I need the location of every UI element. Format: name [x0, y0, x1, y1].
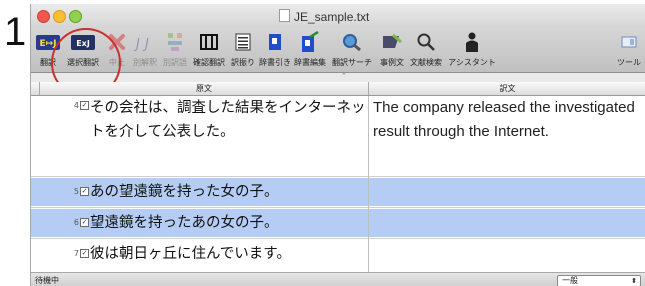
row-checkbox[interactable]: ✓ [80, 187, 89, 196]
stop-icon [105, 30, 129, 54]
literature-search-icon [409, 30, 443, 54]
toolbar-alt-interpretation-button[interactable]: JJ 別解釈 [131, 30, 159, 70]
translation-editor[interactable]: 4 ✓ その会社は、調査した結果をインターネットを介して公表した。 The com… [31, 96, 645, 272]
svg-text:ExJ: ExJ [76, 39, 90, 48]
alternative-interpretation-icon: JJ [131, 30, 159, 54]
toolbar-dictionary-lookup-label: 辞書引き [259, 58, 291, 67]
toolbar-confirm-translate-button[interactable]: 確認翻訳 [191, 30, 227, 70]
toolbar-assistant-button[interactable]: アシスタント [445, 30, 499, 70]
svg-text:J: J [134, 37, 140, 52]
target-text[interactable]: The company released the investigated re… [373, 96, 643, 144]
toolbar-selected-translate-label: 選択翻訳 [67, 58, 99, 67]
toolbar-tools-button[interactable]: ツール [611, 30, 645, 70]
translate-icon: E↦J [35, 30, 61, 54]
tools-icon [611, 30, 645, 54]
row-number: 6 [73, 218, 79, 227]
title-bar: JE_sample.txt [31, 4, 645, 28]
source-text[interactable]: 望遠鏡を持ったあの女の子。 [90, 211, 366, 235]
toolbar-interlinear-label: 訳振り [231, 58, 255, 67]
toolbar-tools-label: ツール [617, 58, 641, 67]
toolbar-stop-button[interactable]: 中止 [105, 30, 129, 70]
row-gutter: 5 ✓ [31, 187, 89, 196]
row-gutter: 4 ✓ [31, 101, 89, 110]
svg-text:J: J [142, 37, 149, 52]
minimize-window-button[interactable] [53, 10, 66, 23]
row-divider [31, 207, 645, 208]
table-row[interactable]: 7 ✓ 彼は朝日ヶ丘に住んでいます。 [31, 240, 645, 268]
row-gutter: 6 ✓ [31, 218, 89, 227]
toolbar-selected-translate-button[interactable]: ExJ 選択翻訳 [63, 30, 103, 70]
column-headers: 原文 訳文 [31, 82, 645, 96]
row-checkbox[interactable]: ✓ [80, 101, 89, 110]
toolbar-literature-search-button[interactable]: 文献検索 [409, 30, 443, 70]
toolbar-example-sentence-label: 事例文 [380, 58, 404, 67]
step-number: 1 [4, 10, 27, 54]
toolbar-translation-search-label: 翻訳サーチ [332, 58, 372, 67]
toolbar-alt-word-label: 別訳語 [163, 58, 187, 67]
select-arrow-icon: ⬍ [631, 277, 637, 285]
row-divider [31, 176, 645, 177]
row-number: 4 [73, 101, 79, 110]
toolbar-alt-word-button[interactable]: 別訳語 [161, 30, 189, 70]
toolbar-dictionary-edit-label: 辞書編集 [294, 58, 326, 67]
svg-text:E↦J: E↦J [39, 39, 56, 49]
source-text[interactable]: 彼は朝日ヶ丘に住んでいます。 [90, 242, 366, 266]
status-bar: 待機中 一般 ⬍ [31, 272, 645, 286]
assistant-icon [445, 30, 499, 54]
target-column-header[interactable]: 訳文 [369, 82, 645, 95]
row-divider [31, 238, 645, 239]
toolbar-translation-search-button[interactable]: 翻訳サーチ [329, 30, 375, 70]
row-gutter: 7 ✓ [31, 249, 89, 258]
dictionary-lookup-icon [259, 30, 291, 54]
mode-select-value: 一般 [562, 276, 578, 285]
selected-translate-icon: ExJ [63, 30, 103, 54]
close-window-button[interactable] [37, 10, 50, 23]
splitter-handle[interactable]: ⌃ [341, 72, 347, 80]
row-number: 7 [73, 249, 79, 258]
dictionary-edit-icon [293, 30, 327, 54]
toolbar-alt-interpretation-label: 別解釈 [133, 58, 157, 67]
row-checkbox[interactable]: ✓ [80, 249, 89, 258]
row-checkbox[interactable]: ✓ [80, 218, 89, 227]
toolbar-confirm-translate-label: 確認翻訳 [193, 58, 225, 67]
table-row[interactable]: 6 ✓ 望遠鏡を持ったあの女の子。 [31, 209, 645, 237]
source-column-header[interactable]: 原文 [39, 82, 369, 95]
source-text[interactable]: あの望遠鏡を持った女の子。 [90, 180, 366, 204]
table-row[interactable]: 5 ✓ あの望遠鏡を持った女の子。 [31, 178, 645, 206]
toolbar-literature-search-label: 文献検索 [410, 58, 442, 67]
interlinear-icon [229, 30, 257, 54]
mode-select[interactable]: 一般 ⬍ [557, 275, 641, 286]
table-row[interactable]: 4 ✓ その会社は、調査した結果をインターネットを介して公表した。 The com… [31, 96, 645, 173]
row-number: 5 [73, 187, 79, 196]
toolbar-translate-label: 翻訳 [40, 58, 56, 67]
toolbar-dictionary-edit-button[interactable]: 辞書編集 [293, 30, 327, 70]
column-divider [368, 96, 369, 272]
toolbar-example-sentence-button[interactable]: 事例文 [377, 30, 407, 70]
toolbar-translate-button[interactable]: E↦J 翻訳 [35, 30, 61, 70]
confirm-translate-icon [191, 30, 227, 54]
source-text[interactable]: その会社は、調査した結果をインターネットを介して公表した。 [90, 96, 366, 144]
document-icon [279, 9, 290, 22]
toolbar: E↦J 翻訳 ExJ 選択翻訳 中止 JJ 別解釈 別訳語 確認翻訳 訳振り 辞… [31, 28, 645, 98]
toolbar-dictionary-lookup-button[interactable]: 辞書引き [259, 30, 291, 70]
alternative-word-icon [161, 30, 189, 54]
toolbar-interlinear-button[interactable]: 訳振り [229, 30, 257, 70]
window-title-text: JE_sample.txt [294, 10, 370, 24]
zoom-window-button[interactable] [69, 10, 82, 23]
toolbar-assistant-label: アシスタント [448, 58, 496, 67]
translation-search-icon [329, 30, 375, 54]
window-title: JE_sample.txt [279, 9, 369, 24]
example-sentence-icon [377, 30, 407, 54]
status-text: 待機中 [35, 276, 59, 285]
toolbar-stop-label: 中止 [109, 58, 125, 67]
translator-window: JE_sample.txt E↦J 翻訳 ExJ 選択翻訳 中止 JJ 別解釈 … [30, 4, 645, 286]
